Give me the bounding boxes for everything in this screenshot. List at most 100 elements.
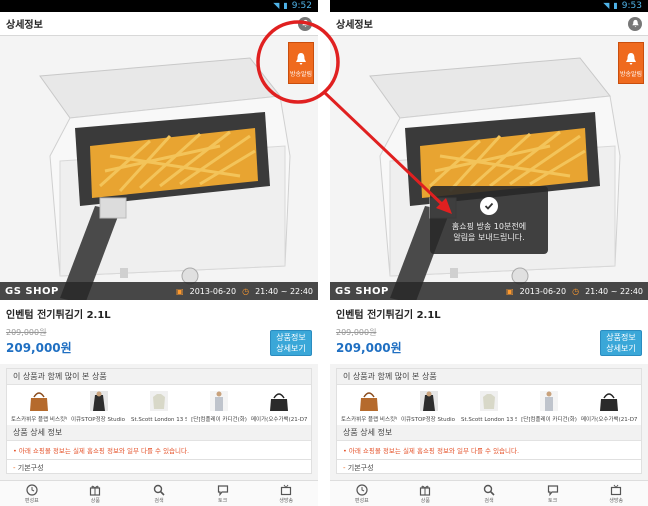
basic-config-label: 기본구성 (17, 464, 44, 472)
related-item-label: 토스카뷔우 플랩 비스킷백 (11, 417, 67, 423)
nav-products[interactable]: 상품 (400, 484, 450, 504)
nav-search[interactable]: 검색 (464, 484, 514, 504)
status-bar: ◥ ▮ 9:52 (0, 0, 318, 12)
nav-label: 편성표 (354, 497, 369, 504)
clock-icon (26, 483, 38, 496)
related-item[interactable]: St.Scott London 13 S/S 오.. (131, 389, 187, 423)
phone-screen-before: ◥ ▮ 9:52 상세정보 방송알림 GS SHOP ▣ 2013-06-20 … (0, 0, 318, 506)
gift-icon (90, 485, 101, 496)
bag-thumbnail (30, 392, 48, 411)
clock-icon: ◷ (242, 286, 250, 296)
nav-label: 생방송 (279, 497, 294, 504)
broadcast-date: 2013-06-20 (519, 286, 567, 296)
related-item[interactable]: 메이가(오수가백(21-D782) (581, 389, 637, 423)
deep-fryer-image (0, 36, 318, 300)
nav-schedule[interactable]: 편성표 (7, 483, 57, 504)
related-section-title: 이 상품과 함께 많이 본 상품 (337, 369, 641, 385)
suit-thumbnail (90, 391, 108, 411)
basic-config-row[interactable]: - 기본구성 (6, 460, 312, 474)
detail-button-line1: 상품정보 (606, 333, 636, 342)
sale-price: 209,000원 (336, 341, 402, 355)
product-name: 인벤텀 전기튀김기 2.1L (336, 310, 441, 321)
chat-icon (547, 484, 558, 496)
calendar-icon: ▣ (176, 286, 184, 296)
detail-button-line2: 상세보기 (606, 344, 636, 353)
related-products-list: 토스카뷔우 플랩 비스킷백 이큐STOP정장 Studio K with St.… (337, 385, 641, 425)
nav-label: 상품 (420, 497, 430, 504)
alarm-bell-button[interactable] (298, 16, 312, 31)
alarm-bell-icon (296, 52, 306, 65)
broadcast-alarm-tag[interactable]: 방송알림 (288, 42, 314, 84)
page-title: 상세정보 (6, 20, 43, 31)
alarm-tag-label: 방송알림 (619, 70, 643, 78)
phone-screen-after: ◥ ▮ 9:53 상세정보 방송알림 홈쇼핑 방송 10분전에 알림을 보내드립… (330, 0, 648, 506)
related-item[interactable]: 메이가(오수가백(21-D782) (251, 389, 307, 423)
related-item-label: 이큐STOP정장 Studio K with (401, 417, 457, 423)
related-item[interactable]: St.Scott London 13 S/S 오.. (461, 389, 517, 423)
broadcast-time: 21:40 ~ 22:40 (585, 286, 643, 296)
nav-label: 상품 (90, 497, 100, 504)
suit-thumbnail (420, 391, 438, 411)
black-bag-thumbnail (600, 393, 618, 411)
clock-icon: ◷ (572, 286, 580, 296)
check-icon (480, 197, 498, 215)
related-item[interactable]: [단]컴플레이 카디건(화) (191, 389, 247, 423)
basic-config-row[interactable]: - 기본구성 (336, 460, 642, 474)
related-item-label: 토스카뷔우 플랩 비스킷백 (341, 417, 397, 423)
shirt-thumbnail (150, 391, 168, 411)
nav-live[interactable]: 생방송 (261, 484, 311, 504)
spec-notice: • 아래 쇼핑몰 정보는 실제 홈쇼핑 정보와 일부 다를 수 있습니다. (337, 441, 641, 459)
spec-notice: • 아래 쇼핑몰 정보는 실제 홈쇼핑 정보와 일부 다를 수 있습니다. (7, 441, 311, 459)
nav-products[interactable]: 상품 (70, 484, 120, 504)
related-item[interactable]: 토스카뷔우 플랩 비스킷백 (11, 389, 67, 423)
clock-icon (356, 483, 368, 496)
product-info: 인벤텀 전기튀김기 2.1L 209,000원 209,000원 상품정보 상세… (0, 300, 318, 364)
nav-label: 토크 (217, 497, 228, 504)
nav-label: 검색 (154, 497, 164, 504)
related-item-label: 메이가(오수가백(21-D782) (581, 417, 637, 423)
toast-message-line2: 알림을 보내드립니다. (453, 233, 525, 242)
wifi-icon: ◥ (273, 1, 280, 10)
sale-price: 209,000원 (6, 341, 72, 355)
comparison-stage: ◥ ▮ 9:52 상세정보 방송알림 GS SHOP ▣ 2013-06-20 … (0, 0, 648, 506)
bag-thumbnail (360, 392, 378, 411)
nav-label: 검색 (484, 497, 494, 504)
product-image-area[interactable]: 방송알림 GS SHOP ▣ 2013-06-20 ◷ 21:40 ~ 22:4… (0, 36, 318, 300)
tv-icon (611, 484, 622, 495)
related-item[interactable]: 이큐STOP정장 Studio K with (71, 389, 127, 423)
nav-label: 토크 (547, 497, 558, 504)
clock: 9:53 (621, 1, 642, 11)
bottom-navigation: 편성표 상품 검색 토크 생방송 (0, 480, 318, 506)
broadcast-alarm-tag[interactable]: 방송알림 (618, 42, 644, 84)
nav-live[interactable]: 생방송 (591, 484, 641, 504)
clock: 9:52 (291, 1, 312, 11)
alarm-bell-button[interactable] (628, 16, 642, 31)
related-item[interactable]: 이큐STOP정장 Studio K with (401, 389, 457, 423)
nav-search[interactable]: 검색 (134, 484, 184, 504)
broadcast-schedule: ▣ 2013-06-20 ◷ 21:40 ~ 22:40 (176, 287, 313, 296)
related-item-label: 메이가(오수가백(21-D782) (251, 417, 307, 423)
related-item-label: St.Scott London 13 S/S 오.. (131, 417, 187, 423)
product-image-area[interactable]: 방송알림 홈쇼핑 방송 10분전에 알림을 보내드립니다. GS SHOP ▣ … (330, 36, 648, 300)
nav-schedule[interactable]: 편성표 (337, 483, 387, 504)
nav-label: 생방송 (609, 497, 624, 504)
page-title: 상세정보 (336, 20, 373, 31)
related-item[interactable]: [단]컴플레이 카디건(화) (521, 389, 577, 423)
product-detail-button[interactable]: 상품정보 상세보기 (600, 330, 642, 356)
cardigan-thumbnail (210, 391, 228, 411)
search-icon (153, 484, 165, 496)
nav-talk[interactable]: 토크 (198, 484, 248, 504)
product-detail-button[interactable]: 상품정보 상세보기 (270, 330, 312, 356)
bottom-navigation: 편성표 상품 검색 토크 생방송 (330, 480, 648, 506)
broadcast-info-bar: GS SHOP ▣ 2013-06-20 ◷ 21:40 ~ 22:40 (330, 282, 648, 300)
nav-label: 편성표 (24, 497, 39, 504)
alarm-bell-icon (626, 52, 636, 65)
related-products-section: 이 상품과 함께 많이 본 상품 토스카뷔우 플랩 비스킷백 이큐STOP정장 … (336, 368, 642, 460)
app-bar: 상세정보 (0, 12, 318, 36)
related-products-list: 토스카뷔우 플랩 비스킷백 이큐STOP정장 Studio K with St.… (7, 385, 311, 425)
related-item-label: [단]컴플레이 카디건(화) (191, 417, 247, 423)
related-item[interactable]: 토스카뷔우 플랩 비스킷백 (341, 389, 397, 423)
alarm-confirm-toast: 홈쇼핑 방송 10분전에 알림을 보내드립니다. (430, 186, 548, 254)
nav-talk[interactable]: 토크 (528, 484, 578, 504)
cardigan-thumbnail (540, 391, 558, 411)
